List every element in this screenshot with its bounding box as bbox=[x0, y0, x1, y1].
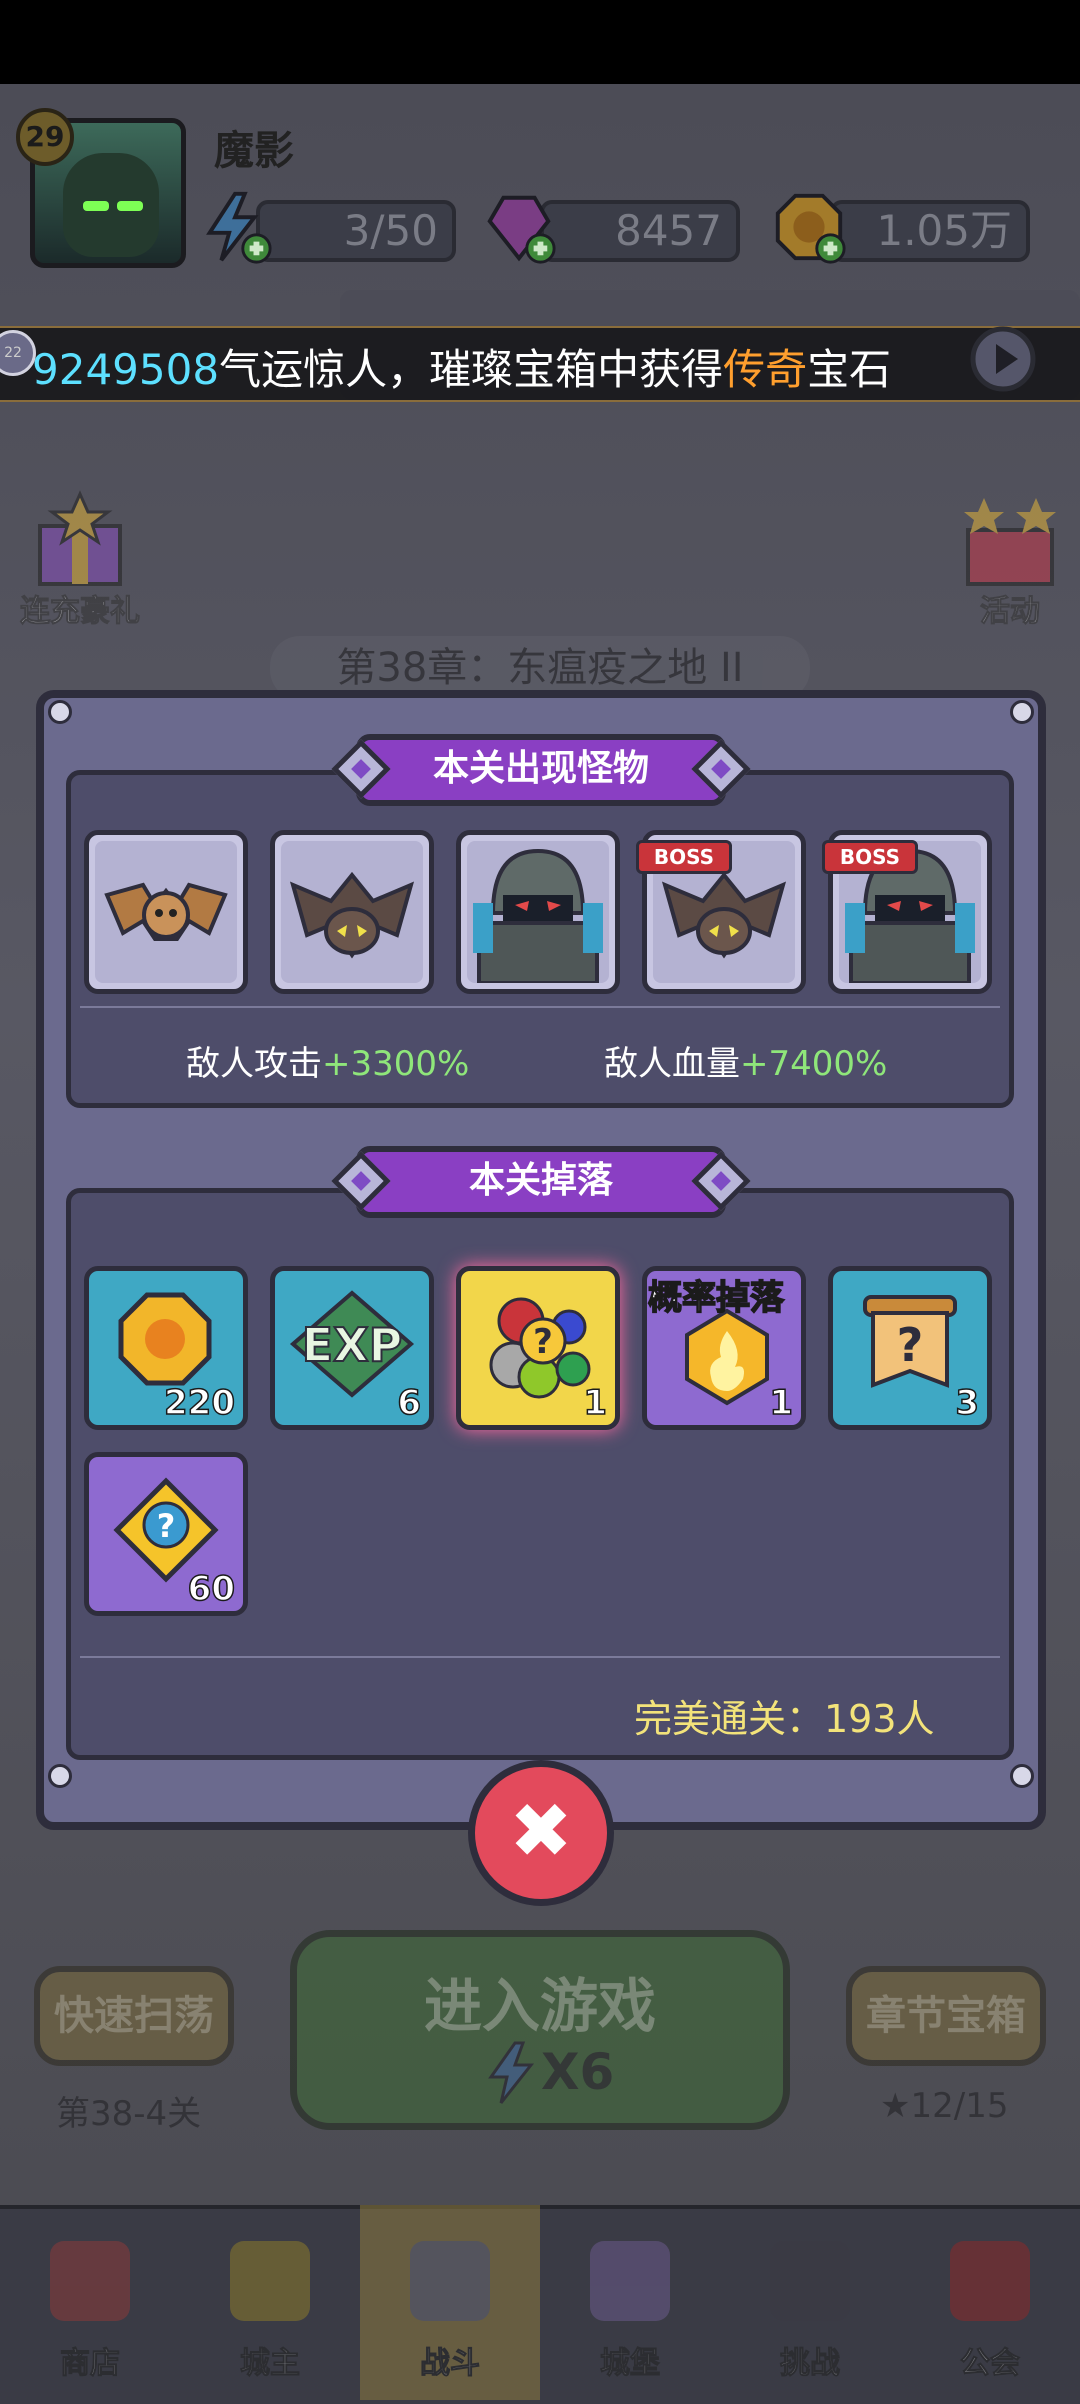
demon-mask-icon bbox=[770, 2241, 850, 2321]
enemy-hp-stat: 敌人血量+7400% bbox=[604, 1036, 887, 1085]
crown-icon bbox=[230, 2241, 310, 2321]
enter-game-label: 进入游戏 bbox=[423, 1972, 656, 2040]
nav-lord-label: 城主 bbox=[240, 2346, 301, 2382]
svg-text:?: ? bbox=[157, 1507, 176, 1545]
nav-castle-label: 城堡 bbox=[600, 2346, 661, 2382]
activity-button[interactable]: 活动 bbox=[950, 490, 1070, 630]
perfect-clear-count: 完美通关：193人 bbox=[634, 1697, 935, 1741]
avatar-eye bbox=[117, 201, 143, 211]
flame-crystal-icon bbox=[685, 1308, 769, 1406]
drop-slot[interactable]: EXP 6 bbox=[270, 1266, 434, 1430]
avatar-eye bbox=[83, 201, 109, 211]
enemy-attack-value: +3300% bbox=[322, 1044, 470, 1084]
dark-bat-icon bbox=[289, 871, 415, 959]
enemy-attack-label: 敌人攻击 bbox=[186, 1044, 322, 1084]
gold-value: 1.05万 bbox=[830, 200, 1030, 262]
collapse-play-icon[interactable] bbox=[966, 322, 1040, 396]
lightning-plus-icon[interactable] bbox=[196, 188, 274, 266]
player-name: 魔影 bbox=[214, 128, 294, 174]
enter-game-button[interactable]: 进入游戏 X6 bbox=[290, 1930, 790, 2130]
drop-slot[interactable]: ? 60 bbox=[84, 1452, 248, 1616]
shop-icon bbox=[50, 2241, 130, 2321]
svg-text:?: ? bbox=[533, 1322, 553, 1362]
crossed-swords-icon bbox=[410, 2241, 490, 2321]
drop-qty: 1 bbox=[583, 1382, 608, 1424]
nav-lord[interactable]: 城主 bbox=[180, 2205, 360, 2400]
nav-battle[interactable]: 战斗 bbox=[360, 2205, 540, 2400]
activity-label: 活动 bbox=[980, 594, 1041, 630]
close-icon: ✖ bbox=[509, 1786, 573, 1875]
player-level-badge: 29 bbox=[16, 108, 74, 166]
nav-battle-label: 战斗 bbox=[420, 2346, 481, 2382]
monster-slot[interactable] bbox=[84, 830, 248, 994]
divider bbox=[80, 1656, 1000, 1658]
nav-shop-label: 商店 bbox=[60, 2346, 121, 2382]
monster-slot[interactable] bbox=[456, 830, 620, 994]
armored-knight-icon bbox=[473, 848, 603, 983]
gems-value: 8457 bbox=[540, 200, 740, 262]
drop-qty: 3 bbox=[955, 1382, 980, 1424]
boss-tag: BOSS bbox=[636, 840, 732, 874]
drop-qty: 1 bbox=[769, 1382, 794, 1424]
boss-tag: BOSS bbox=[822, 840, 918, 874]
marquee-text: 气运惊人，璀璨宝箱中获得 bbox=[219, 345, 724, 394]
chapter-chest-button[interactable]: 章节宝箱 bbox=[846, 1966, 1046, 2066]
enter-game-cost: X6 bbox=[541, 2043, 615, 2101]
svg-text:?: ? bbox=[897, 1318, 924, 1372]
marquee-text-end: 宝石 bbox=[807, 345, 892, 394]
rivet bbox=[48, 1764, 72, 1788]
marquee-player-id: 9249508 bbox=[32, 345, 220, 394]
svg-text:EXP: EXP bbox=[302, 1318, 403, 1372]
activity-box-icon bbox=[964, 498, 1056, 586]
recharge-gift-button[interactable]: 连充豪礼 bbox=[20, 490, 141, 630]
chapter-stars: ★12/15 bbox=[880, 2086, 1008, 2126]
enemy-attack-stat: 敌人攻击+3300% bbox=[186, 1036, 469, 1085]
rivet bbox=[1010, 1764, 1034, 1788]
probability-drop-tag: 概率掉落 bbox=[647, 1277, 785, 1319]
drop-slot[interactable]: ? 3 bbox=[828, 1266, 992, 1430]
announcement-marquee: 9249508气运惊人，璀璨宝箱中获得传奇宝石 bbox=[0, 326, 1080, 402]
marquee-highlight: 传奇 bbox=[723, 345, 808, 394]
drops-title: 本关掉落 bbox=[356, 1146, 726, 1218]
lightning-icon bbox=[488, 2041, 535, 2104]
quick-sweep-button[interactable]: 快速扫荡 bbox=[34, 1966, 234, 2066]
close-button[interactable]: ✖ bbox=[468, 1760, 614, 1906]
mystery-scroll-icon: ? bbox=[863, 1295, 957, 1388]
gold-coin-icon bbox=[118, 1292, 212, 1386]
energy-value: 3/50 bbox=[256, 200, 456, 262]
drop-qty: 6 bbox=[397, 1382, 422, 1424]
avatar-face bbox=[63, 153, 159, 257]
quick-sweep-stage: 第38-4关 bbox=[56, 2094, 202, 2134]
orange-bat-icon bbox=[104, 882, 228, 941]
drop-slot-highlighted[interactable]: ? 1 bbox=[456, 1266, 620, 1430]
divider bbox=[80, 1006, 1000, 1008]
enemy-hp-label: 敌人血量 bbox=[604, 1044, 740, 1084]
enemy-hp-value: +7400% bbox=[740, 1044, 888, 1084]
drop-qty: 220 bbox=[163, 1382, 235, 1424]
nav-shop[interactable]: 商店 bbox=[0, 2205, 180, 2400]
gift-box-icon bbox=[38, 490, 122, 586]
purple-gem-plus-icon[interactable] bbox=[480, 188, 558, 266]
gold-coin-plus-icon[interactable] bbox=[770, 188, 848, 266]
nav-guild-label: 公会 bbox=[960, 2346, 1021, 2382]
recharge-gift-label: 连充豪礼 bbox=[20, 594, 141, 630]
monsters-title: 本关出现怪物 bbox=[356, 734, 726, 806]
drop-slot[interactable]: 220 bbox=[84, 1266, 248, 1430]
rivet bbox=[48, 700, 72, 724]
chapter-stars-count: 12/15 bbox=[910, 2086, 1009, 2126]
drop-qty: 60 bbox=[187, 1568, 236, 1610]
system-status-bar bbox=[0, 0, 1080, 84]
nav-castle[interactable]: 城堡 bbox=[540, 2205, 720, 2400]
castle-icon bbox=[590, 2241, 670, 2321]
nav-challenge[interactable]: 挑战 bbox=[720, 2205, 900, 2400]
monster-slot[interactable] bbox=[270, 830, 434, 994]
guild-banner-icon bbox=[950, 2241, 1030, 2321]
nav-guild[interactable]: 公会 bbox=[900, 2205, 1080, 2400]
nav-challenge-label: 挑战 bbox=[780, 2346, 841, 2382]
rivet bbox=[1010, 700, 1034, 724]
star-icon: ★ bbox=[880, 2086, 911, 2126]
